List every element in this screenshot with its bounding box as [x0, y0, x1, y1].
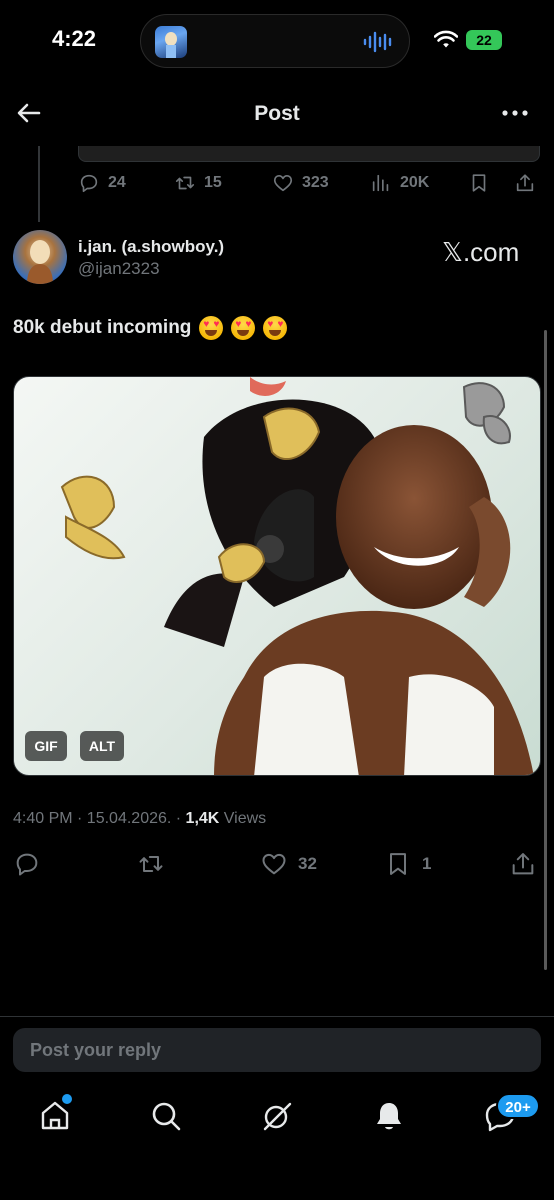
prev-bookmark-button[interactable]	[468, 172, 490, 194]
post-timestamp: 4:40 PM · 15.04.2026. ·	[13, 810, 186, 827]
bookmark-icon	[390, 853, 406, 875]
divider	[0, 1016, 554, 1017]
views-icon	[372, 174, 389, 192]
page-title: Post	[254, 102, 300, 125]
reply-icon	[16, 853, 38, 876]
reply-icon	[80, 174, 98, 193]
author-avatar[interactable]	[13, 230, 67, 284]
reply-button[interactable]	[13, 850, 41, 878]
status-time: 4:22	[52, 26, 97, 51]
wifi-icon	[433, 30, 459, 55]
prev-like-button[interactable]: 323	[272, 172, 329, 194]
reply-input[interactable]: Post your reply	[13, 1028, 541, 1072]
home-notification-dot	[62, 1094, 72, 1104]
prev-reply-button[interactable]: 24	[78, 172, 126, 194]
bookmark-button[interactable]: 1	[384, 850, 431, 878]
heart-eyes-emoji-icon	[231, 316, 256, 340]
heart-eyes-emoji-icon	[199, 316, 224, 340]
previous-post-media[interactable]	[78, 146, 540, 162]
author-handle[interactable]: @ijan2323	[78, 259, 160, 279]
thread-connector	[38, 146, 40, 222]
prev-repost-count: 15	[204, 174, 222, 191]
messages-badge: 20+	[496, 1093, 540, 1119]
battery-level: 22	[466, 30, 502, 50]
now-playing-artwork	[155, 26, 187, 58]
heart-icon	[262, 853, 286, 875]
prev-reply-count: 24	[108, 174, 126, 191]
post-media-gif[interactable]	[13, 376, 541, 776]
post-text: 80k debut incoming	[13, 316, 288, 340]
audio-waveform-icon	[363, 31, 393, 58]
prev-views-count: 20K	[400, 174, 430, 191]
scrollbar[interactable]	[544, 330, 547, 970]
views-label: Views	[219, 810, 267, 827]
author-name[interactable]: i.jan. (a.showboy.)	[78, 237, 224, 257]
bookmark-icon	[472, 174, 486, 192]
like-button[interactable]: 32	[260, 850, 317, 878]
repost-icon	[139, 856, 163, 872]
prev-repost-button[interactable]: 15	[174, 172, 222, 194]
dynamic-island[interactable]	[140, 14, 410, 68]
search-icon[interactable]	[148, 1098, 184, 1134]
prev-views-button[interactable]: 20K	[370, 172, 429, 194]
heart-icon	[273, 175, 293, 192]
notifications-icon[interactable]	[371, 1098, 407, 1134]
prev-like-count: 323	[302, 174, 329, 191]
alt-text-badge[interactable]: ALT	[80, 731, 124, 761]
bookmark-count: 1	[422, 854, 432, 873]
grok-icon[interactable]	[259, 1098, 295, 1134]
heart-eyes-emoji-icon	[263, 316, 288, 340]
prev-share-button[interactable]	[514, 172, 536, 194]
share-button[interactable]	[509, 850, 537, 878]
repost-button[interactable]	[137, 850, 165, 878]
x-com-watermark: 𝕏.com	[442, 237, 520, 267]
repost-icon	[175, 176, 195, 190]
post-text-content: 80k debut incoming	[13, 317, 192, 338]
share-icon	[516, 174, 534, 192]
gif-badge: GIF	[25, 731, 67, 761]
more-options-icon[interactable]	[498, 98, 532, 128]
post-meta: 4:40 PM · 15.04.2026. · 1,4K Views	[13, 810, 266, 828]
share-icon	[512, 853, 534, 875]
views-count[interactable]: 1,4K	[186, 810, 220, 827]
like-count: 32	[298, 854, 317, 873]
